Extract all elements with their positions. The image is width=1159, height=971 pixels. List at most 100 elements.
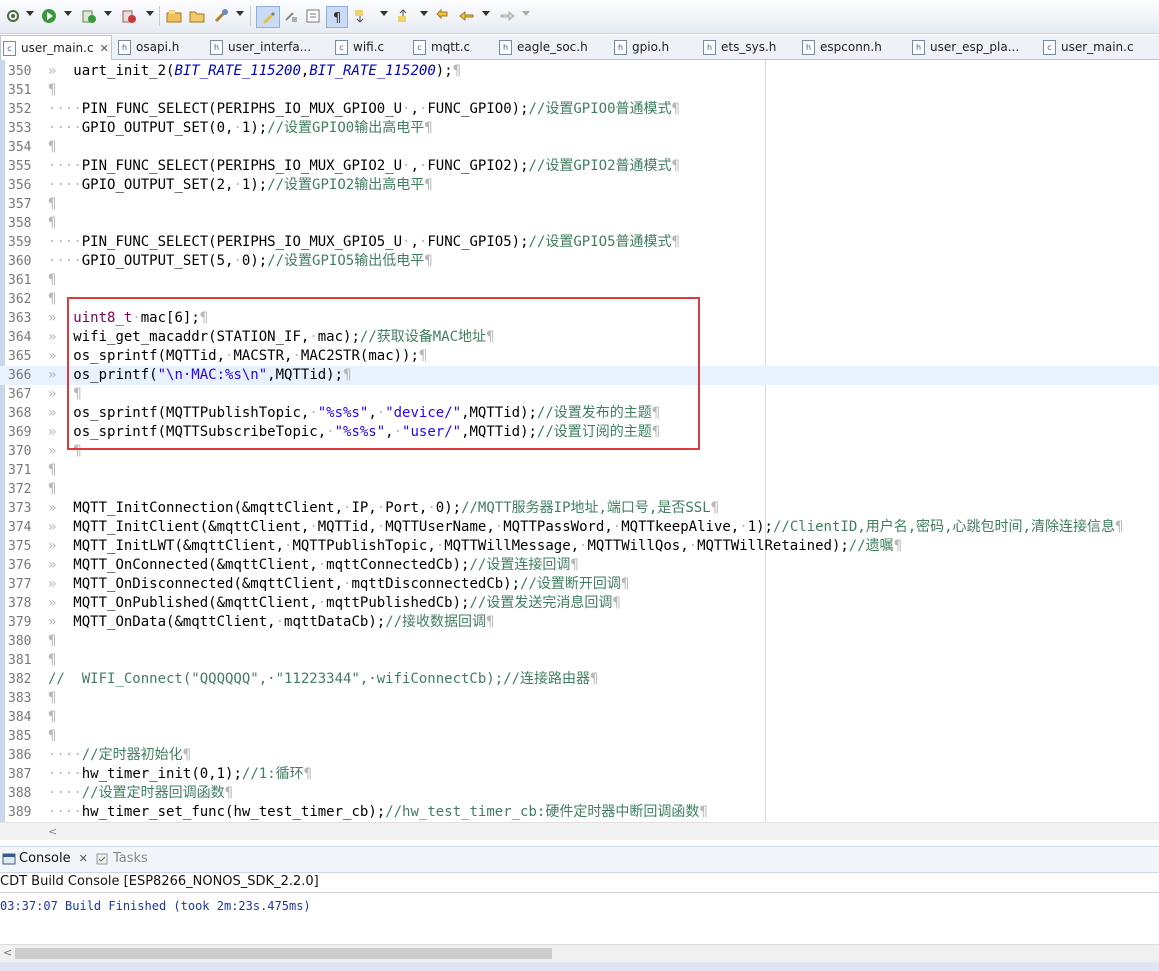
code-line[interactable]: 375 » MQTT_InitLWT(&mqttClient,·MQTTPubli… bbox=[0, 537, 1159, 556]
editor-horizontal-scrollbar[interactable]: < bbox=[0, 822, 1159, 840]
line-code: » MQTT_OnConnected(&mqttClient,·mqttConn… bbox=[48, 557, 579, 573]
code-line[interactable]: 355 ····PIN_FUNC_SELECT(PERIPHS_IO_MUX_GP… bbox=[0, 157, 1159, 176]
scroll-left-icon[interactable]: < bbox=[3, 946, 12, 959]
coverage-dropdown-icon[interactable] bbox=[146, 11, 154, 16]
open-folder-icon[interactable] bbox=[188, 6, 206, 26]
line-code: ¶ bbox=[48, 291, 57, 307]
last-edit-icon[interactable] bbox=[434, 6, 452, 26]
code-line[interactable]: 353 ····GPIO_OUTPUT_SET(0,·1);//设置GPIO0输出… bbox=[0, 119, 1159, 138]
console-output-area[interactable]: 03:37:07 Build Finished (took 2m:23s.475… bbox=[0, 893, 1159, 943]
code-line[interactable]: 359 ····PIN_FUNC_SELECT(PERIPHS_IO_MUX_GP… bbox=[0, 233, 1159, 252]
tab-ets-sys-h[interactable]: h ets_sys.h bbox=[703, 35, 776, 59]
console-horizontal-scrollbar[interactable]: < bbox=[0, 944, 1159, 962]
code-line[interactable]: 354 ¶ bbox=[0, 138, 1159, 157]
tab-eagle-soc-h[interactable]: h eagle_soc.h bbox=[499, 35, 588, 59]
tab-osapi-h[interactable]: h osapi.h bbox=[118, 35, 179, 59]
code-line[interactable]: 356 ····GPIO_OUTPUT_SET(2,·1);//设置GPIO2输出… bbox=[0, 176, 1159, 195]
code-line[interactable]: 360 ····GPIO_OUTPUT_SET(5,·0);//设置GPIO5输出… bbox=[0, 252, 1159, 271]
code-line[interactable]: 382 // WIFI_Connect("QQQQQQ",·"11223344",… bbox=[0, 670, 1159, 689]
back-icon[interactable] bbox=[458, 6, 476, 26]
run-external-dropdown-icon[interactable] bbox=[104, 11, 112, 16]
line-code: ····GPIO_OUTPUT_SET(2,·1);//设置GPIO2输出高电平… bbox=[48, 177, 433, 193]
new-project-icon[interactable] bbox=[165, 6, 183, 26]
code-line[interactable]: 370 » ¶ bbox=[0, 442, 1159, 461]
main-toolbar: ¶ bbox=[0, 0, 1159, 34]
prev-annotation-icon[interactable] bbox=[394, 6, 412, 26]
code-line[interactable]: 352 ····PIN_FUNC_SELECT(PERIPHS_IO_MUX_GP… bbox=[0, 100, 1159, 119]
close-icon[interactable]: ✕ bbox=[100, 42, 109, 55]
show-whitespace-icon[interactable]: ¶ bbox=[326, 6, 348, 28]
code-line[interactable]: 366 » os_printf("\n·MAC:%s\n",MQTTid);¶ bbox=[0, 366, 1159, 385]
scrollbar-thumb[interactable] bbox=[15, 948, 552, 959]
tab-console[interactable]: Console ✕ bbox=[2, 851, 88, 866]
line-number: 377 bbox=[8, 577, 32, 592]
code-line[interactable]: 385 ¶ bbox=[0, 727, 1159, 746]
line-code: ¶ bbox=[48, 82, 57, 98]
debug-gear-icon[interactable] bbox=[4, 6, 22, 26]
h-file-icon: h bbox=[118, 39, 131, 55]
code-line[interactable]: 381 ¶ bbox=[0, 651, 1159, 670]
code-line[interactable]: 380 ¶ bbox=[0, 632, 1159, 651]
back-dropdown-icon[interactable] bbox=[482, 11, 490, 16]
code-line[interactable]: 365 » os_sprintf(MQTTid,·MACSTR,·MAC2STR(… bbox=[0, 347, 1159, 366]
code-line[interactable]: 386 ····//定时器初始化¶ bbox=[0, 746, 1159, 765]
line-code: ¶ bbox=[48, 196, 57, 212]
prev-annotation-dropdown-icon[interactable] bbox=[420, 11, 428, 16]
scroll-left-icon[interactable]: < bbox=[48, 825, 57, 838]
code-line[interactable]: 351 ¶ bbox=[0, 81, 1159, 100]
code-editor[interactable]: 350 » uart_init_2(BIT_RATE_115200,BIT_RAT… bbox=[0, 60, 1159, 822]
code-line[interactable]: 383 ¶ bbox=[0, 689, 1159, 708]
coverage-icon[interactable] bbox=[120, 6, 138, 26]
tab-user-interface-h[interactable]: h user_interfa... bbox=[210, 35, 311, 59]
run-external-icon[interactable] bbox=[80, 6, 98, 26]
code-line[interactable]: 379 » MQTT_OnData(&mqttClient,·mqttDataCb… bbox=[0, 613, 1159, 632]
code-line[interactable]: 389 ····hw_timer_set_func(hw_test_timer_c… bbox=[0, 803, 1159, 822]
next-annotation-icon[interactable] bbox=[351, 6, 369, 26]
tab-wifi-c[interactable]: c wifi.c bbox=[335, 35, 384, 59]
code-line[interactable]: 384 ¶ bbox=[0, 708, 1159, 727]
line-code: ¶ bbox=[48, 652, 57, 668]
code-line[interactable]: 371 ¶ bbox=[0, 461, 1159, 480]
code-line[interactable]: 372 ¶ bbox=[0, 480, 1159, 499]
code-line[interactable]: 350 » uart_init_2(BIT_RATE_115200,BIT_RAT… bbox=[0, 62, 1159, 81]
tab-user-main-c-2[interactable]: c user_main.c bbox=[1043, 35, 1134, 59]
line-code: ····//定时器初始化¶ bbox=[48, 747, 192, 763]
forward-dropdown-icon[interactable] bbox=[522, 11, 530, 16]
tab-user-esp-platform-h[interactable]: h user_esp_pla... bbox=[912, 35, 1019, 59]
forward-icon[interactable] bbox=[498, 6, 516, 26]
line-number: 361 bbox=[8, 273, 32, 288]
code-line[interactable]: 387 ····hw_timer_init(0,1);//1:循环¶ bbox=[0, 765, 1159, 784]
code-line[interactable]: 378 » MQTT_OnPublished(&mqttClient,·mqttP… bbox=[0, 594, 1159, 613]
tab-tasks[interactable]: Tasks bbox=[95, 851, 148, 866]
toolbar-separator bbox=[159, 6, 160, 26]
build-icon[interactable] bbox=[212, 6, 230, 26]
line-code: ¶ bbox=[48, 481, 57, 497]
edit-icon[interactable] bbox=[282, 6, 300, 26]
code-line[interactable]: 376 » MQTT_OnConnected(&mqttClient,·mqttC… bbox=[0, 556, 1159, 575]
next-annotation-dropdown-icon[interactable] bbox=[380, 11, 388, 16]
code-line[interactable]: 369 » os_sprintf(MQTTSubscribeTopic,·"%s%… bbox=[0, 423, 1159, 442]
code-line[interactable]: 364 » wifi_get_macaddr(STATION_IF,·mac);/… bbox=[0, 328, 1159, 347]
code-line[interactable]: 377 » MQTT_OnDisconnected(&mqttClient,·mq… bbox=[0, 575, 1159, 594]
code-line[interactable]: 357 ¶ bbox=[0, 195, 1159, 214]
code-line[interactable]: 363 » uint8_t·mac[6];¶ bbox=[0, 309, 1159, 328]
highlight-pen-icon[interactable] bbox=[256, 6, 280, 28]
tab-mqtt-c[interactable]: c mqtt.c bbox=[413, 35, 470, 59]
tab-user-main-c[interactable]: c user_main.c ✕ bbox=[0, 35, 112, 60]
debug-dropdown-icon[interactable] bbox=[26, 11, 34, 16]
tab-espconn-h[interactable]: h espconn.h bbox=[802, 35, 882, 59]
code-line[interactable]: 373 » MQTT_InitConnection(&mqttClient,·IP… bbox=[0, 499, 1159, 518]
run-dropdown-icon[interactable] bbox=[64, 11, 72, 16]
tab-gpio-h[interactable]: h gpio.h bbox=[614, 35, 669, 59]
code-line[interactable]: 388 ····//设置定时器回调函数¶ bbox=[0, 784, 1159, 803]
code-line[interactable]: 361 ¶ bbox=[0, 271, 1159, 290]
code-line[interactable]: 374 » MQTT_InitClient(&mqttClient,·MQTTid… bbox=[0, 518, 1159, 537]
code-line[interactable]: 368 » os_sprintf(MQTTPublishTopic,·"%s%s"… bbox=[0, 404, 1159, 423]
code-line[interactable]: 358 ¶ bbox=[0, 214, 1159, 233]
build-dropdown-icon[interactable] bbox=[236, 11, 244, 16]
code-line[interactable]: 367 » ¶ bbox=[0, 385, 1159, 404]
toggle-block-icon[interactable] bbox=[304, 6, 322, 26]
code-line[interactable]: 362 ¶ bbox=[0, 290, 1159, 309]
close-icon[interactable]: ✕ bbox=[79, 852, 88, 865]
run-icon[interactable] bbox=[40, 6, 58, 26]
